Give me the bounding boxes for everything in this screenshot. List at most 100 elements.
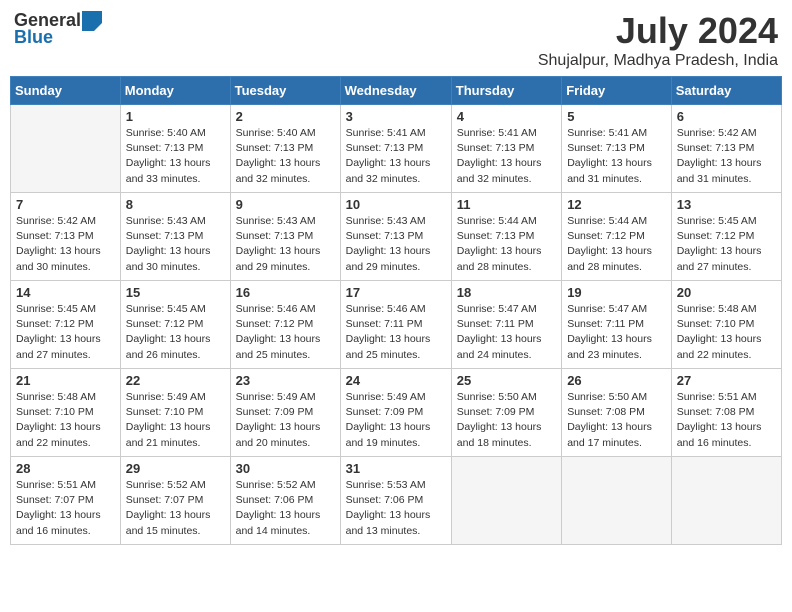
calendar-cell: 31Sunrise: 5:53 AMSunset: 7:06 PMDayligh… <box>340 457 451 545</box>
calendar-cell: 24 Sunrise: 5:49 AM Sunset: 7:09 PM Dayligh… <box>340 369 451 457</box>
day-number: 12 <box>567 197 666 212</box>
sunset-text: Sunset: 7:12 PM <box>236 318 314 330</box>
daylight-text: Daylight: 13 hours and 32 minutes. <box>346 157 431 184</box>
sunrise-text: Sunrise: 5:49 AM <box>346 391 426 403</box>
sunrise-text: Sunrise: 5:42 AM <box>677 127 757 139</box>
day-info: Sunrise: 5:51 AMSunset: 7:08 PMDaylight:… <box>677 390 776 451</box>
sunset-text: Sunset: 7:10 PM <box>16 406 94 418</box>
sunrise-text: Sunrise: 5:44 AM <box>567 215 647 227</box>
day-info: Sunrise: 5:43 AMSunset: 7:13 PMDaylight:… <box>236 214 335 275</box>
sunset-text: Sunset: 7:12 PM <box>567 230 645 242</box>
day-number: 8 <box>126 197 225 212</box>
day-number: 16 <box>236 285 335 300</box>
sunset-text: Sunset: 7:13 PM <box>126 230 204 242</box>
sunrise-text: Sunrise: 5:51 AM <box>16 479 96 491</box>
sunset-text: Sunset: 7:13 PM <box>236 230 314 242</box>
sunset-text: Sunset: 7:09 PM <box>457 406 535 418</box>
day-info: Sunrise: 5:46 AMSunset: 7:12 PMDaylight:… <box>236 302 335 363</box>
sunrise-text: Sunrise: 5:42 AM <box>16 215 96 227</box>
sunset-text: Sunset: 7:13 PM <box>126 142 204 154</box>
title-section: July 2024 Shujalpur, Madhya Pradesh, Ind… <box>538 10 778 70</box>
day-number: 6 <box>677 109 776 124</box>
day-number: 14 <box>16 285 115 300</box>
sunset-text: Sunset: 7:13 PM <box>457 142 535 154</box>
sunset-text: Sunset: 7:06 PM <box>346 494 424 506</box>
weekday-header-row: SundayMondayTuesdayWednesdayThursdayFrid… <box>11 77 782 105</box>
day-info: Sunrise: 5:43 AMSunset: 7:13 PMDaylight:… <box>346 214 446 275</box>
day-number: 18 <box>457 285 556 300</box>
weekday-header: Saturday <box>671 77 781 105</box>
logo: General Blue <box>14 10 102 48</box>
calendar-cell: 4Sunrise: 5:41 AMSunset: 7:13 PMDaylight… <box>451 105 561 193</box>
page-header: General Blue July 2024 Shujalpur, Madhya… <box>10 10 782 70</box>
sunrise-text: Sunrise: 5:50 AM <box>567 391 647 403</box>
day-info: Sunrise: 5:50 AMSunset: 7:08 PMDaylight:… <box>567 390 666 451</box>
day-info: Sunrise: 5:53 AM Sunset: 7:06 PM Daylight:… <box>346 478 446 539</box>
day-number: 29 <box>126 461 225 476</box>
sunrise-text: Sunrise: 5:45 AM <box>16 303 96 315</box>
weekday-header: Tuesday <box>230 77 340 105</box>
sunrise-text: Sunrise: 5:47 AM <box>457 303 537 315</box>
sunrise-text: Sunrise: 5:41 AM <box>567 127 647 139</box>
calendar-cell <box>562 457 672 545</box>
calendar-cell: 18Sunrise: 5:47 AMSunset: 7:11 PMDayligh… <box>451 281 561 369</box>
day-number: 21 <box>16 373 115 388</box>
weekday-header: Wednesday <box>340 77 451 105</box>
daylight-text: Daylight: 13 hours and 30 minutes. <box>126 245 211 272</box>
calendar-cell <box>11 105 121 193</box>
day-number: 11 <box>457 197 556 212</box>
day-number: 20 <box>677 285 776 300</box>
day-number: 24 <box>346 373 446 388</box>
calendar-cell: 1Sunrise: 5:40 AMSunset: 7:13 PMDaylight… <box>120 105 230 193</box>
sunset-text: Sunset: 7:09 PM <box>236 406 314 418</box>
day-info: Sunrise: 5:42 AMSunset: 7:13 PMDaylight:… <box>677 126 776 187</box>
day-number: 17 <box>346 285 446 300</box>
day-number: 7 <box>16 197 115 212</box>
day-number: 28 <box>16 461 115 476</box>
weekday-header: Sunday <box>11 77 121 105</box>
calendar-cell: 25Sunrise: 5:50 AMSunset: 7:09 PMDayligh… <box>451 369 561 457</box>
sunset-text: Sunset: 7:08 PM <box>677 406 755 418</box>
sunset-text: Sunset: 7:09 PM <box>346 406 424 418</box>
calendar-cell: 7Sunrise: 5:42 AMSunset: 7:13 PMDaylight… <box>11 193 121 281</box>
sunset-text: Sunset: 7:12 PM <box>16 318 94 330</box>
day-number: 10 <box>346 197 446 212</box>
sunrise-text: Sunrise: 5:48 AM <box>677 303 757 315</box>
day-info: Sunrise: 5:48 AMSunset: 7:10 PMDaylight:… <box>677 302 776 363</box>
calendar-cell: 3Sunrise: 5:41 AMSunset: 7:13 PMDaylight… <box>340 105 451 193</box>
calendar-cell: 10 Sunrise: 5:43 AMSunset: 7:13 PMDayligh… <box>340 193 451 281</box>
day-number: 15 <box>126 285 225 300</box>
day-number: 23 <box>236 373 335 388</box>
day-number: 4 <box>457 109 556 124</box>
calendar-cell: 8 Sunrise: 5:43 AMSunset: 7:13 PMDaylight… <box>120 193 230 281</box>
calendar-cell: 22Sunrise: 5:49 AMSunset: 7:10 PMDayligh… <box>120 369 230 457</box>
day-info: Sunrise: 5:52 AMSunset: 7:06 PMDaylight:… <box>236 478 335 539</box>
sunset-text: Sunset: 7:10 PM <box>126 406 204 418</box>
sunrise-text: Sunrise: 5:53 AM <box>346 479 426 491</box>
calendar-cell: 21Sunrise: 5:48 AMSunset: 7:10 PMDayligh… <box>11 369 121 457</box>
daylight-text: Daylight: 13 hours and 16 minutes. <box>16 509 101 536</box>
day-number: 3 <box>346 109 446 124</box>
day-info: Sunrise: 5:45 AMSunset: 7:12 PMDaylight:… <box>677 214 776 275</box>
daylight-text: Daylight: 13 hours and 27 minutes. <box>16 333 101 360</box>
sunrise-text: Sunrise: 5:43 AM <box>346 215 426 227</box>
sunrise-text: Sunrise: 5:46 AM <box>346 303 426 315</box>
sunset-text: Sunset: 7:07 PM <box>16 494 94 506</box>
sunrise-text: Sunrise: 5:46 AM <box>236 303 316 315</box>
daylight-text: Daylight: 13 hours and 22 minutes. <box>16 421 101 448</box>
day-number: 2 <box>236 109 335 124</box>
calendar-cell: 9Sunrise: 5:43 AMSunset: 7:13 PMDaylight… <box>230 193 340 281</box>
calendar-cell: 14 Sunrise: 5:45 AM Sunset: 7:12 PM Dayligh… <box>11 281 121 369</box>
daylight-text: Daylight: 13 hours and 13 minutes. <box>346 509 431 536</box>
calendar-cell: 27Sunrise: 5:51 AMSunset: 7:08 PMDayligh… <box>671 369 781 457</box>
calendar-cell: 5Sunrise: 5:41 AMSunset: 7:13 PMDaylight… <box>562 105 672 193</box>
day-info: Sunrise: 5:49 AM Sunset: 7:09 PM Daylight:… <box>346 390 446 451</box>
day-info: Sunrise: 5:45 AM Sunset: 7:12 PM Daylight:… <box>16 302 115 363</box>
daylight-text: Daylight: 13 hours and 19 minutes. <box>346 421 431 448</box>
month-year-title: July 2024 <box>538 10 778 52</box>
sunset-text: Sunset: 7:13 PM <box>346 142 424 154</box>
calendar-cell: 20 Sunrise: 5:48 AMSunset: 7:10 PMDayligh… <box>671 281 781 369</box>
sunset-text: Sunset: 7:11 PM <box>457 318 534 330</box>
day-number: 25 <box>457 373 556 388</box>
day-info: Sunrise: 5:43 AMSunset: 7:13 PMDaylight:… <box>126 214 225 275</box>
